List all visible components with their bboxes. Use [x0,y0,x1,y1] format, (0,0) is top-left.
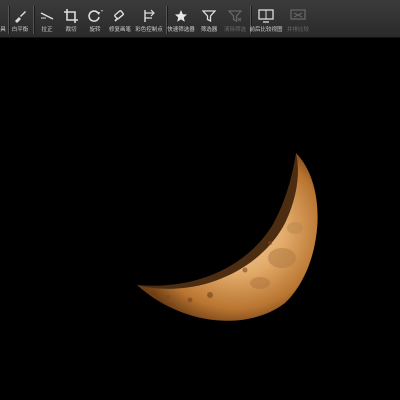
moon-mare [287,222,303,234]
clear-filter-icon [226,6,244,26]
moon-crater [268,241,272,245]
toolbar-item-white-balance[interactable]: 白平衡 [9,0,31,38]
compare-view-icon [257,6,275,26]
toolbar-item-filter[interactable]: 筛选器 [198,0,220,38]
toolbar-item-color-control-point[interactable]: 彩色控制点 [134,0,164,38]
moon-crater [166,295,170,299]
toolbar-item-label: 旋转 [89,27,101,33]
toolbar-item-label: 裁切 [65,27,77,33]
toolbar-item-crop[interactable]: 裁切 [60,0,82,38]
toolbar-item-label: 快速筛选器 [167,27,195,33]
crop-icon [62,6,80,26]
toolbar-item-label: 彩色控制点 [135,27,163,33]
toolbar: 具 白平衡 拉正 裁切 旋转 修复画笔 彩色控制点 快速筛选器 筛选器 清除筛选… [0,0,400,38]
toolbar-item-label: 具 [0,27,6,33]
toolbar-item-side-by-side[interactable]: 并排比较 [283,0,313,38]
moon-crater [207,292,213,298]
star-icon [172,6,190,26]
toolbar-item-quick-filter[interactable]: 快速筛选器 [167,0,195,38]
toolbar-item-label: 并排比较 [286,27,309,33]
toolbar-item-healing-brush[interactable]: 修复画笔 [106,0,134,38]
toolbar-item-label: 清除筛选 [223,27,246,33]
image-canvas[interactable] [0,38,400,400]
toolbar-divider [33,6,35,34]
moon-crater [242,267,248,273]
filter-icon [200,6,218,26]
straighten-icon [38,6,56,26]
toolbar-item-label: 筛选器 [200,27,218,33]
moon-crater [187,297,193,303]
toolbar-item-label: 白平衡 [11,27,29,33]
moon-mare [268,248,296,268]
toolbar-item-label: 拉正 [41,27,53,33]
toolbar-item-label: 修复画笔 [108,27,131,33]
moon-photo [137,153,318,321]
toolbar-item-straighten[interactable]: 拉正 [36,0,58,38]
toolbar-item-compare-view[interactable]: 前后比较视图 [249,0,283,38]
brush-icon [11,6,29,26]
toolbar-item-rotate[interactable]: 旋转 [84,0,106,38]
healing-brush-icon [111,6,129,26]
color-control-point-icon [140,6,158,26]
moon-mare [250,277,270,289]
moon-crater [148,288,152,292]
toolbar-item-clear-filter[interactable]: 清除筛选 [222,0,248,38]
side-by-side-icon [289,6,307,26]
rotate-icon [86,6,104,26]
moon-crescent [137,153,318,321]
toolbar-item-label: 前后比较视图 [249,27,283,33]
